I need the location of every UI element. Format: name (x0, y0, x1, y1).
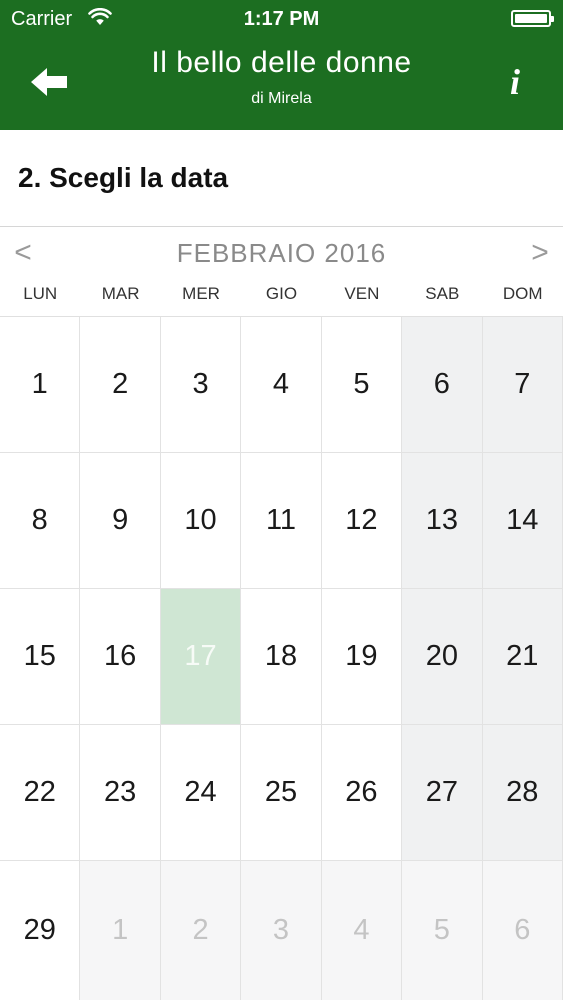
calendar-day[interactable]: 3 (160, 317, 242, 453)
calendar-day-other-month: 4 (321, 861, 403, 1000)
nav-title: Il bello delle donne (151, 46, 412, 79)
weekday-label: LUN (23, 284, 58, 303)
weekday-label: VEN (344, 284, 380, 303)
calendar-day[interactable]: 5 (321, 317, 403, 453)
calendar-day[interactable]: 18 (241, 589, 322, 725)
section-title: 2. Scegli la data (18, 162, 229, 193)
info-icon: i (509, 62, 520, 102)
calendar-day[interactable]: 28 (482, 725, 563, 861)
back-arrow-icon (31, 68, 67, 96)
calendar-grid: 1 2 3 4 5 6 7 8 9 10 11 12 13 14 15 16 17 18 19 20 21 22 23 24 2… (0, 316, 563, 1000)
calendar-day[interactable]: 13 (402, 453, 483, 589)
battery-icon (511, 10, 554, 27)
weekday-label: DOM (502, 284, 543, 303)
back-button[interactable] (25, 58, 73, 106)
calendar-day[interactable]: 7 (482, 317, 563, 453)
calendar-day[interactable]: 29 (0, 861, 81, 1000)
calendar-day[interactable]: 2 (80, 317, 161, 453)
calendar-day-other-month: 1 (80, 861, 161, 1000)
status-bar: Carrier 1:17 PM (0, 0, 563, 40)
calendar-day[interactable]: 14 (482, 453, 563, 589)
calendar-day[interactable]: 11 (241, 453, 322, 589)
weekday-header: LUN MAR MER GIO VEN SAB DOM (0, 284, 563, 314)
calendar-day[interactable]: 20 (402, 589, 483, 725)
weekday-label: GIO (265, 284, 298, 303)
calendar-day-other-month: 3 (241, 861, 322, 1000)
calendar-day[interactable]: 21 (482, 589, 563, 725)
calendar-day[interactable]: 15 (0, 589, 81, 725)
month-title: FEBBRAIO 2016 (176, 238, 387, 268)
next-month-button[interactable]: > (525, 236, 555, 270)
calendar-day[interactable]: 19 (321, 589, 403, 725)
calendar-day[interactable]: 1 (0, 317, 81, 453)
weekday-label: MAR (101, 284, 140, 303)
calendar-day[interactable]: 25 (241, 725, 322, 861)
calendar-day[interactable]: 23 (80, 725, 161, 861)
calendar-day-other-month: 5 (402, 861, 483, 1000)
calendar-day[interactable]: 27 (402, 725, 483, 861)
weekday-label: MER (182, 284, 220, 303)
calendar-day-selected[interactable]: 17 (160, 589, 242, 725)
nav-bar: Carrier 1:17 PM Il bello delle donne di … (0, 0, 563, 130)
calendar-day[interactable]: 4 (241, 317, 322, 453)
calendar-day[interactable]: 9 (80, 453, 161, 589)
calendar-day-other-month: 2 (160, 861, 242, 1000)
calendar-day[interactable]: 22 (0, 725, 81, 861)
status-time: 1:17 PM (243, 8, 320, 30)
calendar-day[interactable]: 24 (160, 725, 242, 861)
divider (0, 226, 563, 227)
calendar-day[interactable]: 26 (321, 725, 403, 861)
info-button[interactable]: i (497, 58, 533, 106)
weekday-label: SAB (425, 284, 460, 303)
calendar-day-other-month: 6 (482, 861, 563, 1000)
nav-subtitle: di Mirela (251, 90, 312, 107)
calendar-day[interactable]: 6 (402, 317, 483, 453)
calendar-day[interactable]: 8 (0, 453, 81, 589)
calendar-day[interactable]: 12 (321, 453, 403, 589)
calendar-day[interactable]: 10 (160, 453, 242, 589)
calendar-day[interactable]: 16 (80, 589, 161, 725)
